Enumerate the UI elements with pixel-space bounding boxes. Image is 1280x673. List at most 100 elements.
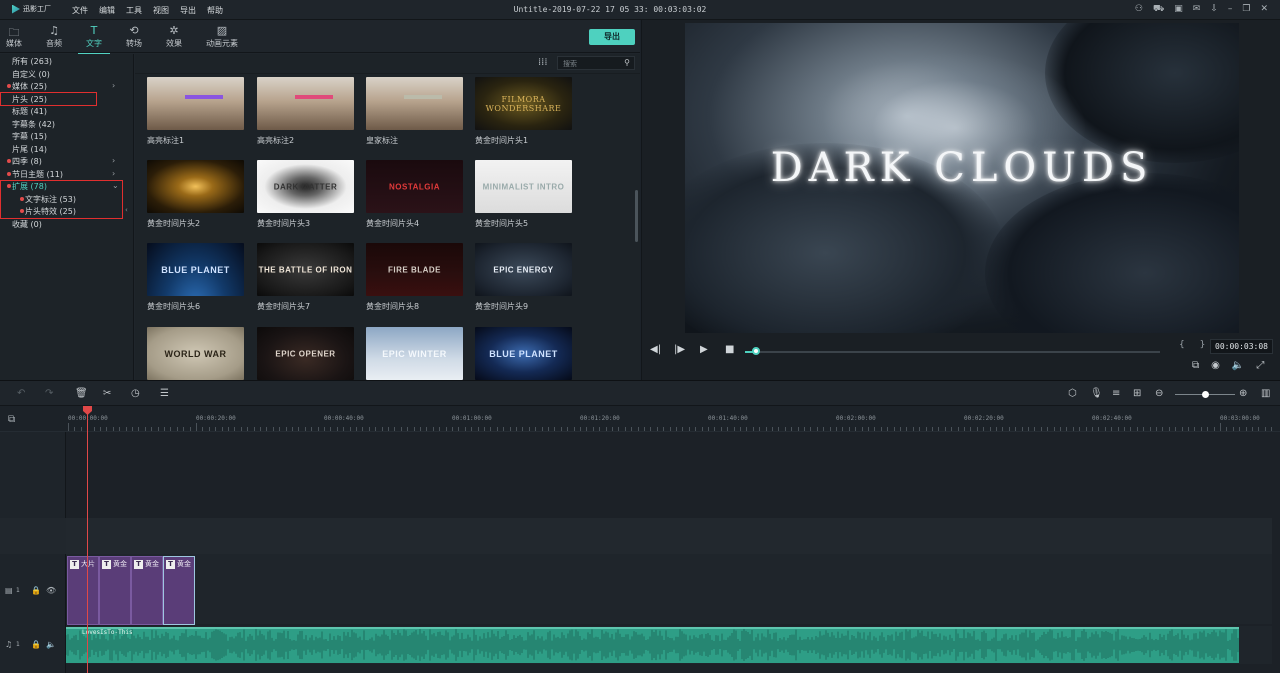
tab-text[interactable]: T 文字: [74, 24, 114, 55]
template-thumbnail[interactable]: [257, 77, 354, 130]
audio-track-icon: ♫: [5, 640, 13, 649]
new-dot: [7, 159, 11, 163]
step-play-icon[interactable]: |▶: [674, 344, 685, 355]
zoom-out-icon[interactable]: ⊖: [1155, 388, 1163, 399]
tab-effects[interactable]: ✲ 效果: [154, 24, 194, 49]
export-button[interactable]: 导出: [589, 29, 635, 45]
playback-controls: ◀| |▶ ▶ ■ { } 00:00:03:08 ⧉ ◉ 🔈 ⤢: [642, 335, 1280, 380]
search-input[interactable]: 搜索 ⚲: [557, 56, 635, 70]
previous-frame-icon[interactable]: ◀|: [650, 344, 661, 355]
playhead-knob[interactable]: [752, 347, 760, 355]
fit-timeline-icon[interactable]: ▥: [1261, 388, 1270, 399]
thumbnail-title: EPIC ENERGY: [493, 265, 554, 274]
thumbnail-label: 黄金时间片头1: [475, 136, 529, 145]
template-thumbnail[interactable]: EPIC ENERGY: [475, 243, 572, 296]
fullscreen-icon[interactable]: ⤢: [1256, 360, 1264, 371]
thumbnail-label: 黄金时间片头3: [257, 219, 311, 228]
category-favorites[interactable]: 收藏 (0): [12, 219, 42, 230]
text-clip-icon: T: [102, 559, 111, 569]
timeline-ruler[interactable]: ⧉ 00:00:00:0000:00:20:0000:00:40:0000:01…: [0, 406, 1280, 432]
template-thumbnail[interactable]: BLUE PLANET: [147, 243, 244, 296]
mark-in-out-icon[interactable]: { }: [1179, 340, 1211, 350]
chevron-right-icon: ›: [112, 169, 116, 178]
category-media[interactable]: 媒体 (25) ›: [7, 81, 115, 92]
zoom-in-icon[interactable]: ⊕: [1239, 388, 1247, 399]
thumbnail-title: EPIC OPENER: [275, 349, 336, 358]
category-custom[interactable]: 自定义 (0): [12, 69, 50, 80]
undo-icon[interactable]: ↶: [17, 388, 25, 399]
cart-icon[interactable]: ⛟: [1153, 4, 1164, 15]
cut-icon[interactable]: ✂: [103, 388, 111, 399]
mic-icon[interactable]: 🎙: [1090, 388, 1103, 399]
template-thumbnail[interactable]: EPIC OPENER: [257, 327, 354, 380]
title-clip[interactable]: T 黄金: [131, 556, 163, 625]
mail-icon[interactable]: ✉: [1193, 4, 1201, 15]
template-thumbnail[interactable]: WORLD WAR: [147, 327, 244, 380]
tab-audio[interactable]: ♫ 音频: [34, 24, 74, 49]
new-dot: [7, 84, 11, 88]
video-track-lane: [66, 554, 1272, 624]
template-thumbnail[interactable]: [147, 77, 244, 130]
restore-icon[interactable]: ❐: [1242, 4, 1250, 15]
template-thumbnail[interactable]: FILMORA WONDERSHARE: [475, 77, 572, 130]
grid-scrollbar[interactable]: [635, 190, 638, 242]
snapshot-icon[interactable]: ◉: [1211, 360, 1220, 371]
snap-icon[interactable]: ⊞: [1133, 388, 1141, 399]
category-credits[interactable]: 片尾 (14): [12, 144, 47, 155]
grid-view-icon[interactable]: ⁞⁞⁞: [538, 57, 548, 68]
template-thumbnail[interactable]: DARK MATTER: [257, 160, 354, 213]
thumbnail-label: 黄金时间片头7: [257, 302, 311, 311]
minimize-icon[interactable]: –: [1228, 4, 1233, 15]
lock-icon[interactable]: 🔒: [31, 640, 41, 649]
template-thumbnail[interactable]: [366, 77, 463, 130]
volume-icon[interactable]: 🔈: [1232, 360, 1244, 371]
tab-media[interactable]: 🗀 媒体: [0, 24, 34, 49]
title-bar: 迅影工厂 文件 编辑 工具 视图 导出 帮助 Untitle-2019-07-2…: [0, 0, 1280, 20]
play-icon[interactable]: ▶: [700, 344, 708, 355]
category-subtitles[interactable]: 字幕 (15): [12, 131, 47, 142]
zoom-knob[interactable]: [1202, 391, 1209, 398]
category-seasons[interactable]: 四季 (8) ›: [7, 156, 115, 167]
title-clip[interactable]: T 黄金: [99, 556, 131, 625]
title-clip[interactable]: T 大片: [67, 556, 99, 625]
delete-icon[interactable]: 🗑: [75, 388, 88, 399]
tab-elements[interactable]: ▨ 动画元素: [200, 24, 244, 49]
library-tabs: 🗀 媒体 ♫ 音频 T 文字 ⟲ 转场 ✲ 效果 ▨ 动画元素 导出: [0, 20, 640, 55]
timeline-playhead[interactable]: [87, 406, 88, 673]
collapse-arrow-icon[interactable]: ‹: [125, 206, 128, 214]
adjust-icon[interactable]: ☰: [160, 388, 169, 399]
stop-icon[interactable]: ■: [725, 344, 734, 355]
tab-transition[interactable]: ⟲ 转场: [114, 24, 154, 49]
close-icon[interactable]: ✕: [1260, 4, 1268, 15]
user-icon[interactable]: ⚇: [1135, 4, 1143, 15]
template-thumbnail[interactable]: BLUE PLANET: [475, 327, 572, 380]
render-icon[interactable]: ⧉: [1192, 360, 1199, 371]
audio-clip[interactable]: LovesIsTo-This: [66, 627, 1239, 663]
redo-icon[interactable]: ↷: [45, 388, 53, 399]
template-thumbnail[interactable]: FIRE BLADE: [366, 243, 463, 296]
download-icon[interactable]: ⇩: [1210, 4, 1218, 15]
category-all[interactable]: 所有 (263): [12, 56, 52, 67]
thumbnail-label: 皇家标注: [366, 136, 398, 145]
template-thumbnail[interactable]: THE BATTLE OF IRON: [257, 243, 354, 296]
speed-icon[interactable]: ◷: [131, 388, 140, 399]
template-thumbnail[interactable]: [147, 160, 244, 213]
video-track-icon: ▤: [5, 586, 13, 595]
marker-icon[interactable]: ⬡: [1068, 388, 1077, 399]
mixer-icon[interactable]: ≡: [1112, 388, 1120, 399]
category-holidays[interactable]: 节日主题 (11) ›: [7, 169, 115, 180]
template-thumbnail[interactable]: NOSTALGIA: [366, 160, 463, 213]
playback-track[interactable]: [750, 351, 1160, 353]
lock-icon[interactable]: 🔒: [31, 586, 41, 595]
eye-icon[interactable]: 👁: [46, 586, 56, 595]
template-thumbnail[interactable]: EPIC WINTER: [366, 327, 463, 380]
category-lower-thirds[interactable]: 字幕条 (42): [12, 119, 55, 130]
template-thumbnail[interactable]: MINIMALIST INTRO: [475, 160, 572, 213]
title-clip[interactable]: T 黄金: [163, 556, 195, 625]
save-icon[interactable]: ▣: [1174, 4, 1183, 15]
transition-icon: ⟲: [129, 24, 139, 37]
speaker-icon[interactable]: 🔈: [46, 640, 56, 649]
category-titles[interactable]: 标题 (41): [12, 106, 47, 117]
preview-extra-tools: ⧉ ◉ 🔈 ⤢: [1192, 360, 1264, 371]
add-track-icon[interactable]: ⧉: [8, 414, 15, 425]
